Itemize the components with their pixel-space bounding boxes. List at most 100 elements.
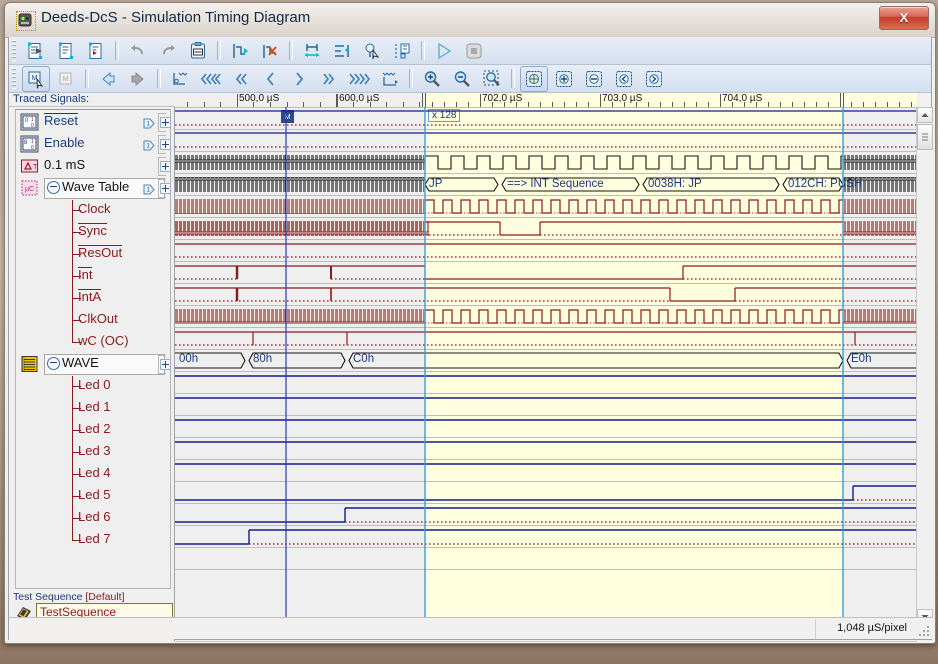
- signal-row-0-1-ms[interactable]: T 0.1 mS: [16, 155, 172, 177]
- signal-label-text: Led 6: [78, 509, 111, 524]
- signal-label: Led 4: [78, 465, 111, 480]
- close-button[interactable]: X: [879, 6, 929, 30]
- zoom-out-icon[interactable]: [448, 66, 476, 92]
- toolbar-separator: [217, 41, 221, 60]
- signal-row-inta[interactable]: IntA: [16, 287, 172, 309]
- signal-properties-icon[interactable]: [388, 38, 416, 64]
- vertical-scrollbar[interactable]: [916, 107, 933, 625]
- signal-row-wave[interactable]: WAVE: [16, 353, 172, 375]
- ruler-label: 702,0 µS: [482, 93, 523, 104]
- zoom-next-icon[interactable]: [640, 66, 668, 92]
- signal-row-led-5[interactable]: Led 5: [16, 485, 172, 507]
- horizontal-scroll-thumb[interactable]: [271, 643, 295, 644]
- step-signal-icon[interactable]: [226, 38, 254, 64]
- scroll-up-arrow[interactable]: [917, 107, 933, 123]
- signal-row-clock[interactable]: Clock: [16, 199, 172, 221]
- new-timing-diagram-icon[interactable]: [22, 38, 50, 64]
- zoom-expand-icon[interactable]: [550, 66, 578, 92]
- waveform-canvas[interactable]: M x 128 JP ==> INT Sequence 0038H: JP 01…: [175, 107, 917, 625]
- probe-icon[interactable]: 1: [143, 182, 156, 195]
- select-mode-icon[interactable]: M: [22, 65, 50, 92]
- forward-icon[interactable]: [286, 66, 314, 92]
- test-sequence-label: Test Sequence [Default]: [13, 591, 125, 603]
- probe-icon[interactable]: 1: [143, 138, 156, 151]
- signal-row-resout[interactable]: ResOut: [16, 243, 172, 265]
- forward-fast-icon[interactable]: [316, 66, 344, 92]
- signal-row-wave-table[interactable]: µC Wave Table 1: [16, 177, 172, 199]
- toolbar-separator: [421, 41, 425, 60]
- instruction-bus-label: JP: [429, 178, 443, 190]
- stop-simulation-icon[interactable]: [460, 38, 488, 64]
- toolbar-grip-2[interactable]: [12, 68, 16, 89]
- signal-row-led-3[interactable]: Led 3: [16, 441, 172, 463]
- binary-input-icon: 010: [20, 113, 39, 131]
- redo-icon[interactable]: [154, 38, 182, 64]
- zoom-in-icon[interactable]: [418, 66, 446, 92]
- binary-input-icon-2: 810: [20, 135, 39, 153]
- signal-label: Reset: [44, 113, 78, 129]
- goto-start-icon[interactable]: [166, 66, 194, 92]
- save-document-icon[interactable]: [82, 38, 110, 64]
- scale-badge[interactable]: x 128: [428, 109, 461, 122]
- signal-row-int[interactable]: Int: [16, 265, 172, 287]
- title-bar: Deeds-DcS - Simulation Timing Diagram X: [5, 3, 935, 38]
- nav-back-icon[interactable]: [94, 66, 122, 92]
- signal-row-led-0[interactable]: Led 0: [16, 375, 172, 397]
- clipboard-icon[interactable]: [184, 38, 212, 64]
- scroll-left-arrow[interactable]: [176, 643, 193, 644]
- ruler-label: 704,0 µS: [722, 93, 763, 104]
- signal-row-clkout[interactable]: ClkOut: [16, 309, 172, 331]
- horizontal-scrollbar[interactable]: [175, 641, 917, 644]
- expand-plus-icon[interactable]: [160, 161, 171, 172]
- time-ruler[interactable]: 500,0 µS 600,0 µS 702,0 µS 703,0 µS 704,0 µS: [175, 93, 917, 108]
- signal-label-text: Led 0: [78, 377, 111, 392]
- scroll-right-arrow[interactable]: [899, 643, 916, 644]
- toolbar-separator: [289, 41, 293, 60]
- rewind-fastest-icon[interactable]: [196, 66, 224, 92]
- marker-m-badge[interactable]: M: [281, 110, 294, 123]
- zoom-region-icon[interactable]: [478, 66, 506, 92]
- signal-tree[interactable]: 0 1 0 Reset 1 8 1 0 Enable 1 T 0.1 mS µC Wave Table 1 C…: [15, 109, 171, 589]
- expand-plus-icon[interactable]: [160, 359, 171, 370]
- tree-tick: [72, 474, 81, 475]
- signal-label: Sync: [78, 223, 107, 239]
- signal-row-led-6[interactable]: Led 6: [16, 507, 172, 529]
- resize-grip[interactable]: [919, 626, 931, 638]
- collapse-toggle[interactable]: [47, 357, 60, 370]
- zoom-fit-icon[interactable]: [520, 65, 548, 92]
- expand-plus-icon[interactable]: [160, 183, 171, 194]
- nav-forward-icon[interactable]: [124, 66, 152, 92]
- zoom-shrink-icon[interactable]: [580, 66, 608, 92]
- signal-row-led-2[interactable]: Led 2: [16, 419, 172, 441]
- run-simulation-icon[interactable]: [430, 38, 458, 64]
- rewind-icon[interactable]: [256, 66, 284, 92]
- signal-label-text: ClkOut: [78, 311, 118, 326]
- probe-icon[interactable]: 1: [143, 116, 156, 129]
- delete-signal-icon[interactable]: [256, 38, 284, 64]
- rewind-fast-icon[interactable]: [226, 66, 254, 92]
- marker-mode-icon[interactable]: M: [52, 66, 80, 92]
- signal-label-text: Led 3: [78, 443, 111, 458]
- undo-icon[interactable]: [124, 38, 152, 64]
- align-edge-icon[interactable]: [328, 38, 356, 64]
- zoom-prev-icon[interactable]: [610, 66, 638, 92]
- expand-plus-icon[interactable]: [160, 139, 171, 150]
- signal-row-led-4[interactable]: Led 4: [16, 463, 172, 485]
- signal-row-reset[interactable]: 0 1 0 Reset 1: [16, 111, 172, 133]
- signal-row-sync[interactable]: Sync: [16, 221, 172, 243]
- goto-end-icon[interactable]: [376, 66, 404, 92]
- pick-signal-icon[interactable]: [358, 38, 386, 64]
- toolbar-separator: [115, 41, 119, 60]
- toolbar-separator: [157, 69, 161, 88]
- measure-interval-icon[interactable]: [298, 38, 326, 64]
- open-document-icon[interactable]: [52, 38, 80, 64]
- collapse-toggle[interactable]: [47, 181, 60, 194]
- toolbar-grip[interactable]: [12, 40, 16, 61]
- expand-plus-icon[interactable]: [160, 117, 171, 128]
- signal-row-led-7[interactable]: Led 7: [16, 529, 172, 551]
- signal-row-wc-oc[interactable]: wC (OC): [16, 331, 172, 353]
- signal-row-enable[interactable]: 8 1 0 Enable 1: [16, 133, 172, 155]
- forward-fastest-icon[interactable]: [346, 66, 374, 92]
- vertical-scroll-thumb[interactable]: [917, 124, 933, 150]
- signal-row-led-1[interactable]: Led 1: [16, 397, 172, 419]
